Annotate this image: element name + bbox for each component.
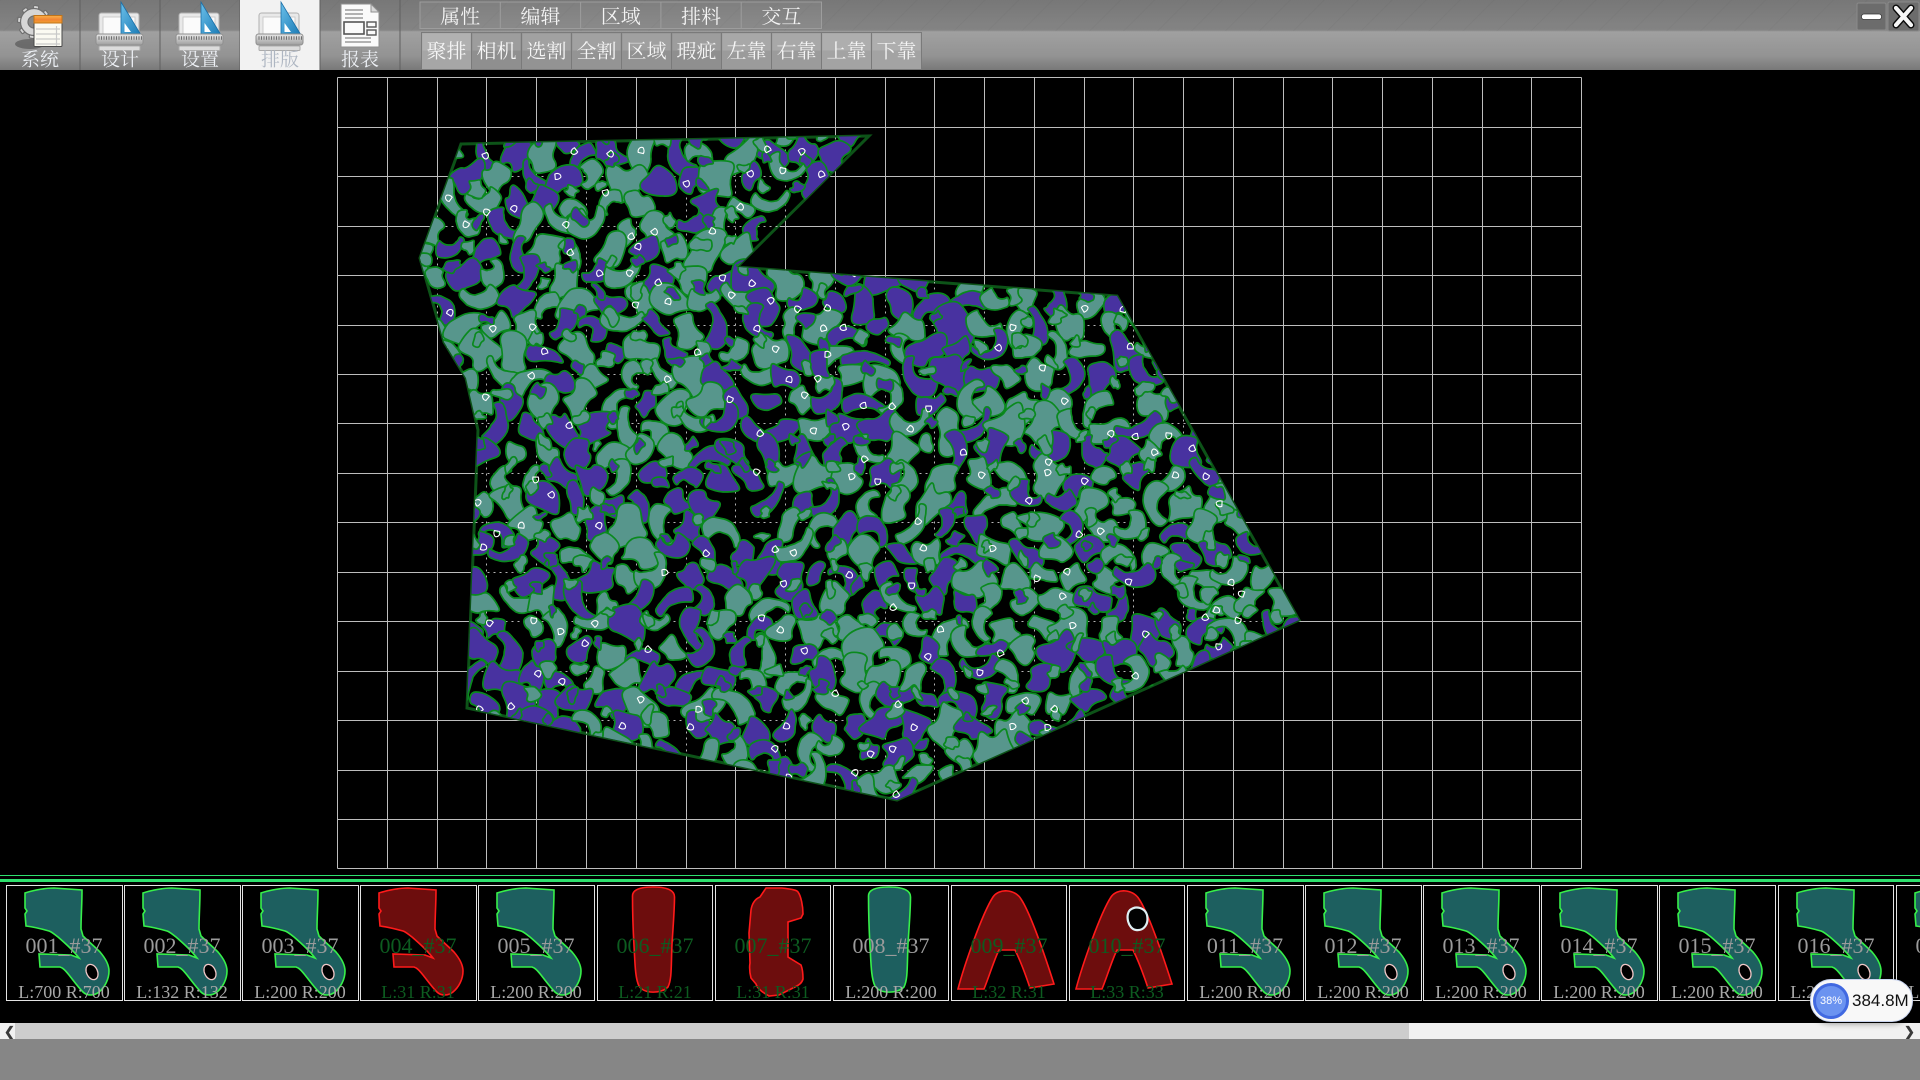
svg-text:L:200 R:200: L:200 R:200 (1554, 982, 1646, 1002)
svg-text:L:200 R:200: L:200 R:200 (1199, 982, 1291, 1002)
svg-text:L:200 R:200: L:200 R:200 (1435, 982, 1527, 1002)
svg-text:013_#37: 013_#37 (1443, 933, 1520, 958)
svg-text:L:32 R:31: L:32 R:31 (972, 982, 1046, 1002)
svg-text:007_#37: 007_#37 (734, 933, 811, 958)
svg-text:L:33 R:33: L:33 R:33 (1090, 982, 1164, 1002)
svg-text:L:200 R:200: L:200 R:200 (845, 982, 937, 1002)
svg-text:004_#37: 004_#37 (380, 933, 457, 958)
svg-text:L:21 R:21: L:21 R:21 (618, 982, 692, 1002)
svg-text:L:200 R:200: L:200 R:200 (1317, 982, 1409, 1002)
svg-text:L:200 R:200: L:200 R:200 (254, 982, 346, 1002)
svg-text:L:132 R:132: L:132 R:132 (136, 982, 228, 1002)
svg-text:014_#37: 014_#37 (1561, 933, 1638, 958)
svg-text:015_#37: 015_#37 (1679, 933, 1756, 958)
svg-text:L:200 R:200: L:200 R:200 (491, 982, 583, 1002)
svg-text:011_#37: 011_#37 (1207, 933, 1283, 958)
svg-text:012_#37: 012_#37 (1325, 933, 1402, 958)
svg-text:L:31 R:31: L:31 R:31 (382, 982, 456, 1002)
svg-text:002_#37: 002_#37 (144, 933, 221, 958)
svg-text:016_#37: 016_#37 (1797, 933, 1874, 958)
svg-text:005_#37: 005_#37 (498, 933, 575, 958)
svg-text:008_#37: 008_#37 (852, 933, 929, 958)
svg-text:L:200 R:200: L:200 R:200 (1672, 982, 1764, 1002)
svg-text:010_#37: 010_#37 (1088, 933, 1165, 958)
svg-text:L:700 R:700: L:700 R:700 (18, 982, 110, 1002)
svg-text:017_#37: 017_#37 (1915, 933, 1920, 958)
svg-text:001_#37: 001_#37 (26, 933, 103, 958)
svg-text:009_#37: 009_#37 (970, 933, 1047, 958)
svg-text:006_#37: 006_#37 (616, 933, 693, 958)
svg-text:003_#37: 003_#37 (262, 933, 339, 958)
svg-text:L:31 R:31: L:31 R:31 (736, 982, 810, 1002)
